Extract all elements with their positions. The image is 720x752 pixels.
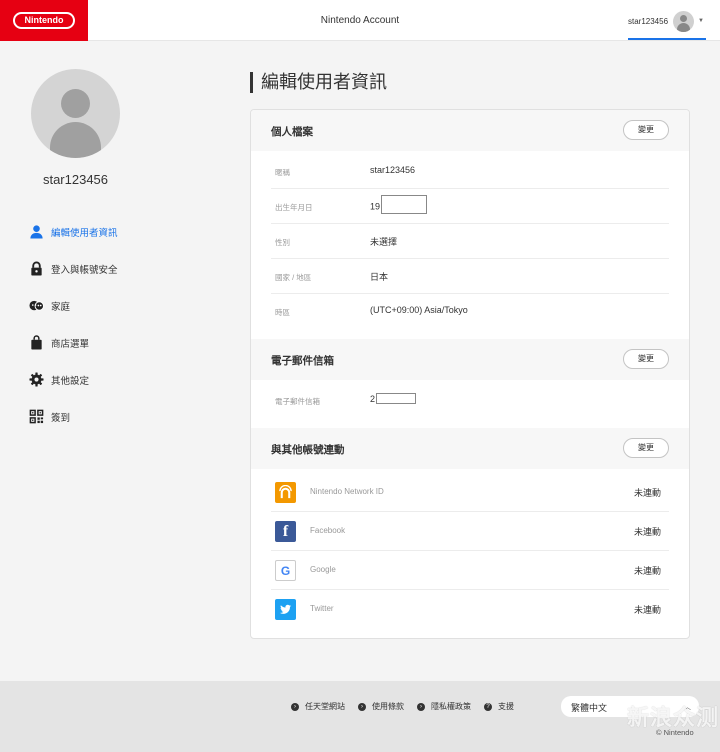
- service-name: Facebook: [310, 526, 346, 535]
- link-row-google: G Google 未連動: [271, 551, 669, 590]
- link-row-twitter: Twitter 未連動: [271, 590, 669, 629]
- row-label: 性別: [275, 238, 290, 247]
- profile-section-header: 個人檔案 變更: [251, 110, 689, 151]
- footer-link-nintendo-site[interactable]: › 任天堂網站: [291, 701, 345, 712]
- sidebar-item-label: 簽到: [51, 412, 71, 424]
- qr-code-icon: [28, 409, 44, 425]
- row-label: 暱稱: [275, 168, 290, 177]
- avatar-icon: [673, 10, 695, 32]
- header-username: star123456: [628, 16, 669, 26]
- row-value-wrap: 2: [370, 393, 417, 405]
- row-label: 出生年月日: [275, 203, 313, 212]
- service-name: Twitter: [310, 604, 334, 613]
- profile-row-timezone: 時區 (UTC+09:00) Asia/Tokyo: [271, 294, 669, 329]
- link-section-header: 與其他帳號連動 變更: [251, 428, 689, 469]
- sidebar-item-label: 商店選單: [51, 338, 90, 350]
- row-value: star123456: [370, 165, 416, 175]
- row-value: 未選擇: [370, 237, 398, 247]
- user-menu-underline: [628, 38, 706, 40]
- service-status: 未連動: [633, 566, 661, 576]
- footer-link-label: 任天堂網站: [305, 702, 345, 711]
- caret-down-icon: ▼: [698, 18, 704, 24]
- footer-link-label: 隱私權政策: [431, 702, 471, 711]
- link-row-nintendo-network: Nintendo Network ID 未連動: [271, 473, 669, 512]
- email-section-title: 電子郵件信箱: [271, 355, 334, 367]
- watermark: 新浪众测: [627, 705, 720, 730]
- profile-avatar: [31, 69, 120, 158]
- profile-row-gender: 性別 未選擇: [271, 224, 669, 259]
- family-icon: [28, 298, 44, 314]
- sidebar-item-label: 其他設定: [51, 375, 90, 387]
- service-name: Nintendo Network ID: [310, 487, 384, 496]
- profile-row-country: 國家 / 地區 日本: [271, 259, 669, 294]
- service-name: Google: [310, 565, 336, 574]
- email-section-header: 電子郵件信箱 變更: [251, 339, 689, 380]
- footer-link-label: 使用條款: [372, 702, 404, 711]
- profile-row-nickname: 暱稱 star123456: [271, 154, 669, 189]
- sidebar-item-label: 編輯使用者資訊: [51, 227, 118, 239]
- profile-row-birthday: 出生年月日 19: [271, 189, 669, 224]
- sidebar-item-check-in[interactable]: 簽到: [28, 398, 118, 435]
- question-icon: ?: [484, 702, 492, 711]
- facebook-icon: f: [275, 521, 296, 542]
- footer-links: › 任天堂網站 › 使用條款 › 隱私權政策 ? 支援: [291, 701, 527, 712]
- profile-name: star123456: [42, 172, 109, 187]
- chevron-right-icon: ›: [291, 702, 299, 711]
- service-status: 未連動: [633, 527, 661, 537]
- row-value-wrap: 19: [370, 195, 428, 214]
- header-title: Nintendo Account: [320, 15, 400, 26]
- twitter-icon: [275, 599, 296, 620]
- sidebar-item-other-settings[interactable]: 其他設定: [28, 361, 118, 398]
- profile-section-title: 個人檔案: [271, 126, 313, 138]
- sidebar-item-label: 登入與帳號安全: [51, 264, 118, 276]
- row-label: 電子郵件信箱: [275, 397, 320, 406]
- sidebar-item-edit-user-info[interactable]: 編輯使用者資訊: [28, 213, 118, 250]
- sidebar-item-shop-menu[interactable]: 商店選單: [28, 324, 118, 361]
- google-icon: G: [275, 560, 296, 581]
- language-value: 繁體中文: [571, 703, 608, 713]
- service-status: 未連動: [633, 605, 661, 615]
- email-change-button[interactable]: 變更: [623, 349, 669, 369]
- profile-change-button[interactable]: 變更: [623, 120, 669, 140]
- redaction-box: [376, 393, 417, 405]
- row-label: 時區: [275, 308, 290, 317]
- sidebar-nav: 編輯使用者資訊 登入與帳號安全 家庭 商店選單 其他設定 簽到: [28, 213, 118, 435]
- email-value: 2: [370, 394, 376, 404]
- user-menu[interactable]: star123456 ▼: [628, 10, 704, 32]
- link-row-facebook: f Facebook 未連動: [271, 512, 669, 551]
- user-info-card: 個人檔案 變更 暱稱 star123456 出生年月日 19 性別 未選擇 國家…: [250, 109, 690, 639]
- birthday-value: 19: [370, 201, 381, 212]
- row-value: (UTC+09:00) Asia/Tokyo: [370, 305, 468, 315]
- sidebar-item-login-security[interactable]: 登入與帳號安全: [28, 250, 118, 287]
- link-section-title: 與其他帳號連動: [271, 444, 345, 456]
- redaction-box: [381, 195, 428, 214]
- email-row: 電子郵件信箱 2: [271, 383, 669, 418]
- service-status: 未連動: [633, 488, 661, 498]
- row-value: 日本: [370, 272, 389, 282]
- footer: › 任天堂網站 › 使用條款 › 隱私權政策 ? 支援 繁體中文 ︿ © Nintend…: [0, 681, 720, 752]
- chevron-right-icon: ›: [417, 702, 425, 711]
- row-label: 國家 / 地區: [275, 273, 312, 282]
- footer-link-privacy[interactable]: › 隱私權政策: [417, 701, 471, 712]
- footer-link-terms[interactable]: › 使用條款: [358, 701, 404, 712]
- page-title: 編輯使用者資訊: [250, 72, 387, 93]
- footer-link-label: 支援: [498, 702, 514, 711]
- sidebar-item-label: 家庭: [51, 301, 71, 313]
- nintendo-network-icon: [275, 482, 296, 503]
- link-change-button[interactable]: 變更: [623, 438, 669, 458]
- top-header: Nintendo Nintendo Account star123456 ▼: [0, 0, 720, 41]
- chevron-right-icon: ›: [358, 702, 366, 711]
- footer-link-support[interactable]: ? 支援: [484, 701, 514, 712]
- user-icon: [28, 224, 44, 240]
- gear-icon: [28, 372, 44, 388]
- shopping-bag-icon: [28, 335, 44, 351]
- sidebar-item-family[interactable]: 家庭: [28, 287, 118, 324]
- lock-icon: [28, 261, 44, 277]
